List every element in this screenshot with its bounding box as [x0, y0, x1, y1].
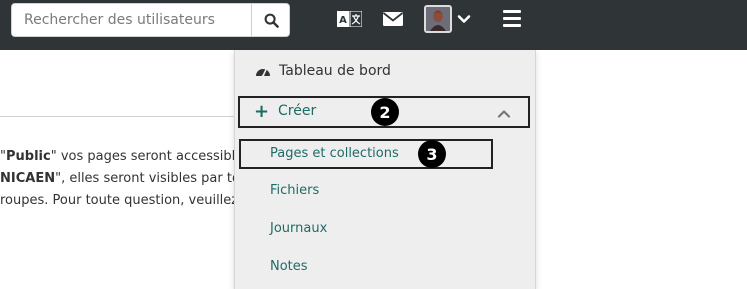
search-box [11, 3, 290, 37]
menu-item-pages-collections[interactable]: Pages et collections [270, 146, 399, 161]
mail-icon[interactable] [382, 10, 404, 28]
svg-text:A: A [339, 15, 347, 26]
text-line-3: roupes. Pour toute question, veuillez [0, 193, 238, 208]
chevron-down-icon[interactable] [457, 12, 471, 26]
text-line-2: NICAEN", elles seront visibles par tous [0, 171, 238, 186]
search-button[interactable] [251, 4, 289, 36]
menu-item-journals[interactable]: Journaux [270, 221, 327, 236]
menu-item-files[interactable]: Fichiers [270, 183, 319, 198]
page-text: "Public" vos pages seront accessibles NI… [0, 146, 238, 212]
search-icon [264, 13, 279, 28]
plus-icon: + [254, 101, 270, 122]
step-badge-2: 2 [371, 98, 399, 126]
dashboard-label: Tableau de bord [279, 63, 391, 79]
chevron-up-icon[interactable] [497, 106, 511, 120]
search-input[interactable] [12, 4, 251, 36]
step-badge-3: 3 [418, 140, 446, 168]
text-line-1: "Public" vos pages seront accessibles [0, 149, 238, 164]
menu-item-notes[interactable]: Notes [270, 259, 308, 274]
create-label: Créer [278, 103, 317, 119]
content-divider [0, 116, 238, 117]
menu-icon[interactable] [503, 10, 521, 27]
main-menu-dropdown: Tableau de bord + Créer Pages et collect… [234, 50, 536, 289]
language-icon[interactable]: A [337, 11, 362, 27]
avatar[interactable] [424, 5, 452, 33]
dashboard-icon [255, 63, 271, 79]
menu-item-dashboard[interactable]: Tableau de bord [255, 60, 391, 82]
top-navbar: A [0, 0, 747, 50]
